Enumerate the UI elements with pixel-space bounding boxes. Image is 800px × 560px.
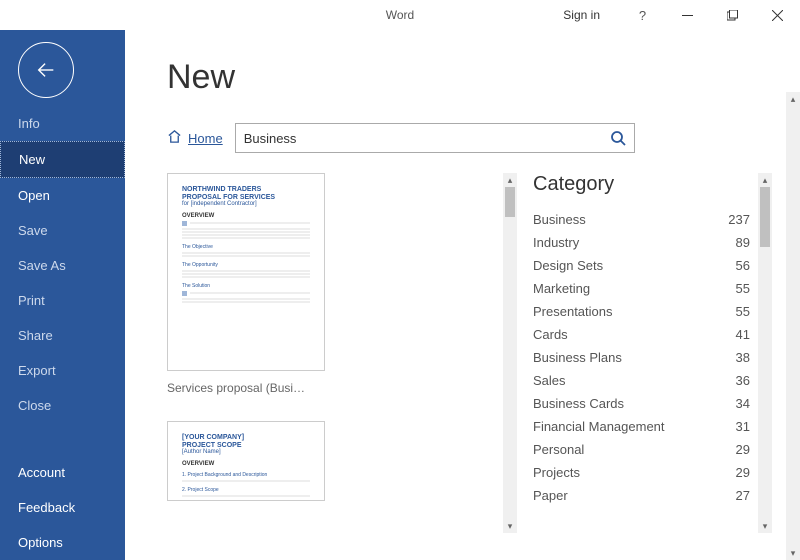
content-area: ▴ ▾ New Home ▴: [125, 30, 800, 560]
sign-in-link[interactable]: Sign in: [563, 8, 600, 22]
search-input[interactable]: [244, 131, 610, 146]
templates-scrollbar[interactable]: ▴ ▾: [503, 173, 517, 533]
sidebar-item-save[interactable]: Save: [0, 213, 125, 248]
category-item[interactable]: Presentations55: [527, 300, 772, 323]
sidebar-item-share[interactable]: Share: [0, 318, 125, 353]
template-thumbnail: [YOUR COMPANY] PROJECT SCOPE [Author Nam…: [167, 421, 325, 501]
sidebar-item-options[interactable]: Options: [0, 525, 125, 560]
breadcrumb-home-label: Home: [188, 131, 223, 146]
category-item[interactable]: Financial Management31: [527, 415, 772, 438]
scroll-down-icon[interactable]: ▾: [503, 519, 517, 533]
sidebar-item-print[interactable]: Print: [0, 283, 125, 318]
sidebar-item-info[interactable]: Info: [0, 106, 125, 141]
help-button[interactable]: ?: [620, 0, 665, 30]
sidebar-item-account[interactable]: Account: [0, 455, 125, 490]
category-item[interactable]: Sales36: [527, 369, 772, 392]
scrollbar-thumb[interactable]: [760, 187, 770, 247]
category-item[interactable]: Projects29: [527, 461, 772, 484]
category-scrollbar[interactable]: ▴ ▾: [758, 173, 772, 533]
scroll-up-icon[interactable]: ▴: [503, 173, 517, 187]
sidebar-item-feedback[interactable]: Feedback: [0, 490, 125, 525]
category-item[interactable]: Paper27: [527, 484, 772, 507]
maximize-button[interactable]: [710, 0, 755, 30]
template-item[interactable]: [YOUR COMPANY] PROJECT SCOPE [Author Nam…: [167, 421, 325, 501]
scroll-up-icon[interactable]: ▴: [758, 173, 772, 187]
app-title: Word: [386, 8, 414, 22]
category-item[interactable]: Business237: [527, 208, 772, 231]
category-item[interactable]: Design Sets56: [527, 254, 772, 277]
category-title: Category: [527, 173, 772, 196]
category-item[interactable]: Personal29: [527, 438, 772, 461]
back-button[interactable]: [18, 42, 74, 98]
category-panel: ▴ ▾ Category Business237 Industry89 Desi…: [527, 173, 772, 533]
content-scrollbar[interactable]: ▴ ▾: [786, 92, 800, 560]
minimize-button[interactable]: [665, 0, 710, 30]
search-icon[interactable]: [610, 130, 626, 146]
scroll-down-icon[interactable]: ▾: [786, 546, 800, 560]
sidebar-item-new[interactable]: New: [0, 141, 125, 178]
breadcrumb-home[interactable]: Home: [167, 129, 223, 147]
sidebar-item-export[interactable]: Export: [0, 353, 125, 388]
home-icon: [167, 129, 182, 147]
close-button[interactable]: [755, 0, 800, 30]
backstage-sidebar: Info New Open Save Save As Print Share E…: [0, 30, 125, 560]
breadcrumb-row: Home: [167, 123, 772, 153]
sidebar-item-open[interactable]: Open: [0, 178, 125, 213]
category-item[interactable]: Industry89: [527, 231, 772, 254]
category-item[interactable]: Business Cards34: [527, 392, 772, 415]
template-item[interactable]: NORTHWIND TRADERS PROPOSAL FOR SERVICES …: [167, 173, 325, 395]
template-caption: Services proposal (Busi…: [167, 381, 325, 395]
page-title: New: [167, 58, 772, 97]
templates-list: ▴ ▾ NORTHWIND TRADERS PROPOSAL FOR SERVI…: [167, 173, 517, 533]
scroll-down-icon[interactable]: ▾: [758, 519, 772, 533]
scroll-up-icon[interactable]: ▴: [786, 92, 800, 106]
category-item[interactable]: Cards41: [527, 323, 772, 346]
template-thumbnail: NORTHWIND TRADERS PROPOSAL FOR SERVICES …: [167, 173, 325, 371]
sidebar-item-close[interactable]: Close: [0, 388, 125, 423]
search-box[interactable]: [235, 123, 635, 153]
category-item[interactable]: Business Plans38: [527, 346, 772, 369]
titlebar: Word Sign in ?: [0, 0, 800, 30]
sidebar-item-save-as[interactable]: Save As: [0, 248, 125, 283]
category-item[interactable]: Marketing55: [527, 277, 772, 300]
scrollbar-thumb[interactable]: [505, 187, 515, 217]
